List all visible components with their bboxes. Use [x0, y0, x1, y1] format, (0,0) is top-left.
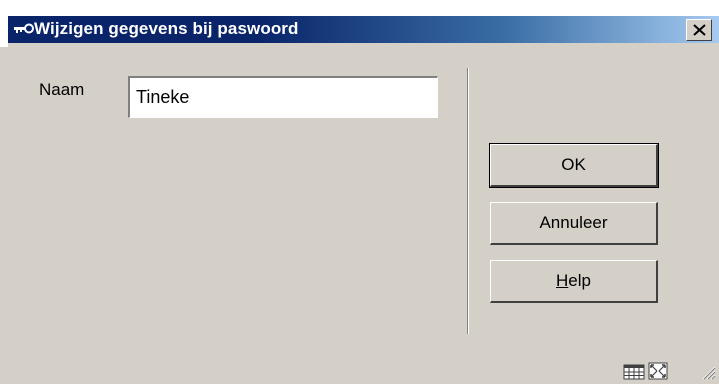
- dialog-window: Wijzigen gegevens bij paswoord Naam OK A…: [0, 0, 719, 384]
- key-icon: [14, 23, 34, 34]
- ok-button[interactable]: OK: [489, 143, 659, 188]
- name-input[interactable]: [128, 76, 438, 118]
- left-margin: [0, 0, 8, 47]
- title-bar[interactable]: Wijzigen gegevens bij paswoord: [0, 0, 719, 47]
- name-label: Naam: [39, 80, 85, 99]
- help-button[interactable]: Help: [490, 260, 658, 303]
- status-icons: [623, 362, 668, 380]
- vertical-separator: [467, 68, 469, 334]
- grid-icon[interactable]: [623, 364, 645, 380]
- close-button[interactable]: [686, 19, 712, 41]
- help-mnemonic: H: [556, 271, 569, 290]
- cancel-button[interactable]: Annuleer: [490, 202, 658, 245]
- window-title: Wijzigen gegevens bij paswoord: [34, 19, 299, 38]
- help-label-rest: elp: [568, 271, 591, 290]
- close-icon: [693, 24, 706, 36]
- top-margin: [0, 0, 719, 16]
- maximize-icon[interactable]: [648, 362, 668, 380]
- resize-grip-icon[interactable]: [700, 364, 716, 380]
